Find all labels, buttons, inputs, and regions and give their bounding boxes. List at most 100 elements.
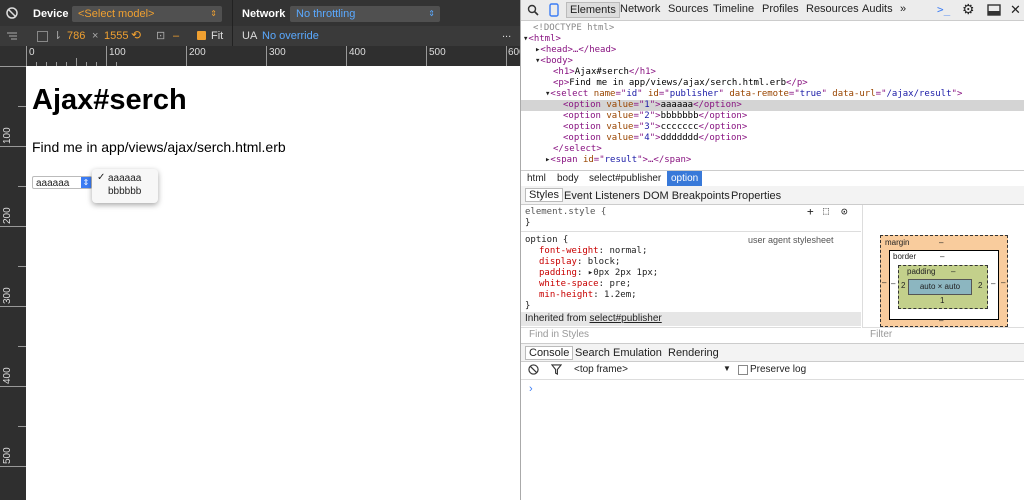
inherited-header: Inherited from select#publisher	[521, 312, 861, 326]
swap-dimensions-icon[interactable]: ⟲	[131, 28, 141, 42]
height-field[interactable]: 1555	[104, 30, 128, 42]
styles-pane: element.style { + ⬚ ⊙ } option { user ag…	[521, 205, 861, 327]
clear-console-icon[interactable]	[528, 364, 539, 375]
option-node[interactable]: <option value="2">bbbbbbb</option>	[563, 111, 747, 122]
padding-label: padding	[907, 267, 936, 276]
html-node[interactable]: ▾<html>	[523, 34, 561, 45]
more-icon[interactable]: ...	[502, 28, 511, 40]
toggle-state-icon[interactable]: ⬚	[823, 206, 829, 217]
option-node[interactable]: <option value="4">ddddddd</option>	[563, 133, 747, 144]
option-rule-selector[interactable]: option {	[525, 235, 568, 246]
resolution-icon: ⇂	[53, 30, 63, 42]
ruler-top: 0 100 200 300 400 500 600	[26, 46, 525, 66]
body-node[interactable]: ▾<body>	[535, 56, 573, 67]
select-arrow-icon: ⇕	[81, 177, 91, 188]
console-drawer-icon[interactable]: >_	[937, 3, 950, 16]
ruler-label: 300	[269, 47, 286, 58]
zoom-icon[interactable]: ⊡	[156, 29, 165, 42]
crumb-body[interactable]: body	[557, 173, 579, 184]
page-heading: Ajax#serch	[32, 84, 187, 116]
console-prompt[interactable]: ›	[529, 383, 533, 395]
tab-network[interactable]: Network	[620, 3, 660, 15]
checkmark-icon: ✓	[97, 172, 106, 183]
animation-icon[interactable]: ⊙	[841, 205, 848, 218]
span-node[interactable]: ▸<span id="result">…</span>	[545, 155, 691, 166]
times-sign: ×	[92, 30, 99, 42]
tab-properties[interactable]: Properties	[731, 190, 781, 202]
inspect-icon[interactable]	[527, 4, 539, 16]
box-model-padding: padding – 2 2 1 auto × auto	[898, 265, 988, 309]
emulated-page: Ajax#serch Find me in app/views/ajax/ser…	[26, 66, 520, 500]
tab-elements[interactable]: Elements	[566, 2, 620, 18]
width-field[interactable]: 786	[67, 30, 85, 42]
tab-event-listeners[interactable]: Event Listeners	[564, 190, 640, 202]
add-rule-icon[interactable]: +	[807, 205, 814, 218]
device-select[interactable]: <Select model> ⇕	[72, 6, 222, 22]
close-icon[interactable]: ✕	[1010, 2, 1021, 18]
tab-console[interactable]: Console	[525, 346, 574, 360]
box-model: margin – – – – border – – – padding – 2 …	[862, 205, 1024, 327]
ruler-label: 400	[349, 47, 366, 58]
border-label: border	[893, 252, 917, 261]
drawer-tabs: Console Search Emulation Rendering	[521, 343, 1024, 362]
ruler-label: 200	[189, 47, 206, 58]
p-node[interactable]: <p>Find me in app/views/ajax/serch.html.…	[553, 78, 808, 89]
css-property: min-height: 1.2em;	[539, 290, 637, 300]
tab-sources[interactable]: Sources	[668, 3, 708, 15]
close-brace: }	[525, 218, 531, 228]
filter-input[interactable]: Filter	[862, 327, 1024, 341]
tab-resources[interactable]: Resources	[806, 3, 859, 15]
option-node[interactable]: <option value="3">ccccccc</option>	[563, 122, 747, 133]
option-node[interactable]: <option value="1">aaaaaa</option>	[563, 100, 742, 111]
crumb-html[interactable]: html	[527, 173, 546, 184]
device-mode-icon[interactable]	[549, 3, 559, 17]
tab-audits[interactable]: Audits	[862, 3, 893, 15]
find-in-styles-input[interactable]: Find in Styles	[521, 327, 861, 341]
ua-label: UA	[242, 30, 258, 42]
element-style-rule[interactable]: element.style {	[525, 207, 606, 218]
head-node[interactable]: ▸<head>…</head>	[535, 45, 616, 56]
network-select[interactable]: No throttling ⇕	[290, 6, 440, 22]
select-arrows-icon: ⇕	[210, 9, 217, 18]
fit-label: Fit	[211, 30, 224, 42]
device-label: Device	[33, 8, 69, 20]
no-entry-icon[interactable]	[6, 7, 18, 19]
fit-checkbox[interactable]	[197, 31, 206, 40]
select-node[interactable]: ▾<select name="id" id="publisher" data-r…	[545, 89, 962, 100]
more-tabs-icon[interactable]: »	[900, 3, 906, 15]
padding-bottom-value: 1	[940, 296, 945, 305]
dropdown-option[interactable]: bbbbbb	[108, 186, 141, 197]
filter-icon[interactable]	[551, 364, 562, 375]
tab-dom-breakpoints[interactable]: DOM Breakpoints	[643, 190, 730, 202]
doctype-node[interactable]: <!DOCTYPE html>	[533, 23, 614, 34]
touch-handle-icon[interactable]	[6, 30, 18, 42]
ruler-label: 0	[29, 47, 35, 58]
ruler-label: 100	[109, 47, 126, 58]
padding-right-value: 2	[978, 281, 983, 290]
dock-icon[interactable]	[987, 4, 1001, 16]
crumb-option[interactable]: option	[667, 171, 703, 186]
h1-node[interactable]: <h1>Ajax#serch</h1>	[553, 67, 656, 78]
checkbox[interactable]	[37, 31, 48, 42]
tab-timeline[interactable]: Timeline	[713, 3, 754, 15]
dropdown-option[interactable]: aaaaaa	[108, 173, 141, 184]
dropdown-arrow-icon[interactable]: ▼	[723, 364, 731, 373]
tab-search[interactable]: Search	[575, 347, 610, 359]
breadcrumb: html body select#publisher option	[521, 170, 1024, 187]
gear-icon[interactable]: ⚙	[962, 1, 975, 18]
margin-left-value: –	[882, 278, 887, 287]
inherited-link[interactable]: select#publisher	[589, 313, 661, 324]
tab-profiles[interactable]: Profiles	[762, 3, 799, 15]
frame-select[interactable]: <top frame>	[574, 364, 628, 375]
tab-emulation[interactable]: Emulation	[613, 347, 662, 359]
tab-styles[interactable]: Styles	[525, 188, 563, 202]
box-model-content: auto × auto	[908, 279, 972, 295]
publisher-select[interactable]: aaaaaa ⇕	[32, 176, 92, 189]
tab-rendering[interactable]: Rendering	[668, 347, 719, 359]
ua-value[interactable]: No override	[262, 30, 319, 42]
margin-label: margin	[885, 238, 910, 247]
preserve-log-checkbox[interactable]	[738, 365, 748, 375]
crumb-select[interactable]: select#publisher	[589, 173, 661, 184]
select-close-node[interactable]: </select>	[553, 144, 602, 155]
ruler-label: 500	[2, 447, 13, 464]
